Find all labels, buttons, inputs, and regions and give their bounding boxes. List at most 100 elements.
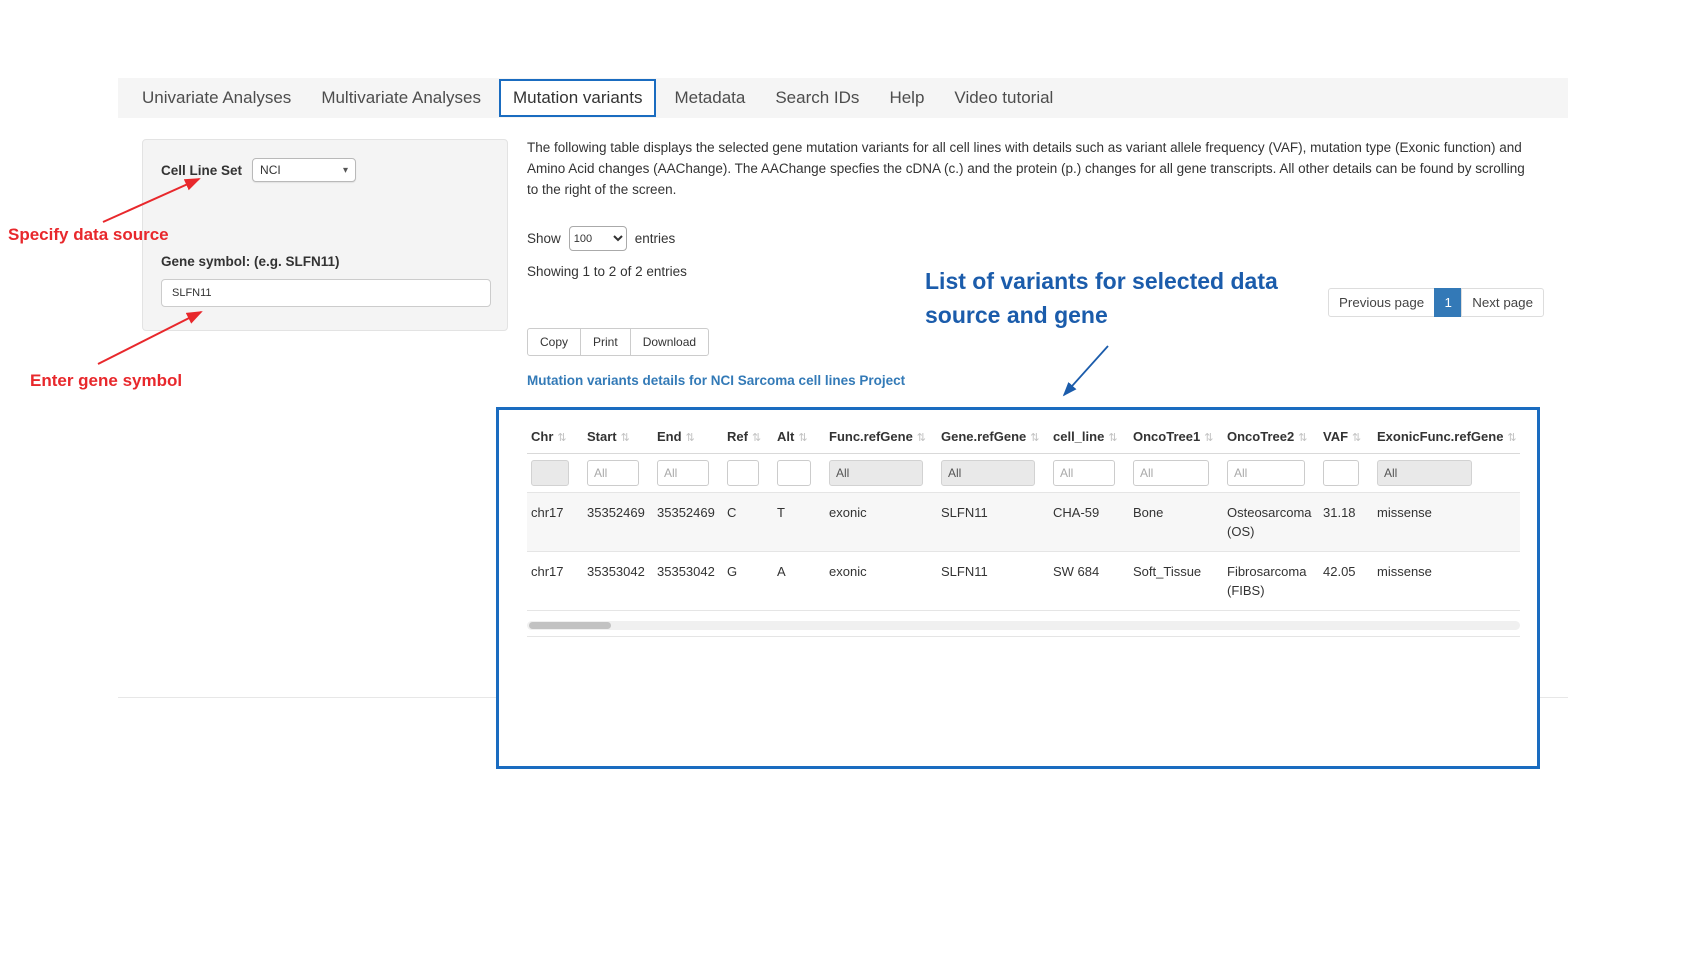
column-header-alt[interactable]: Alt ⇅	[773, 418, 825, 454]
column-header-func-refgene[interactable]: Func.refGene ⇅	[825, 418, 937, 454]
cell-chr: chr17	[527, 493, 583, 552]
input-panel: Cell Line Set NCI ▾ Gene symbol: (e.g. S…	[142, 139, 508, 331]
sort-icon[interactable]: ⇅	[1108, 432, 1117, 444]
column-label: Start	[587, 429, 617, 444]
show-label: Show	[527, 231, 561, 246]
annotation-list-of-variants: List of variants for selected data sourc…	[925, 264, 1325, 332]
table-header-row: Chr⇅Start⇅End⇅Ref⇅Alt⇅Func.refGene⇅Gene.…	[527, 418, 1520, 454]
table-description: The following table displays the selecte…	[527, 137, 1525, 200]
column-header-start[interactable]: Start ⇅	[583, 418, 653, 454]
download-button[interactable]: Download	[630, 328, 709, 356]
tab-univariate-analyses[interactable]: Univariate Analyses	[142, 88, 291, 108]
filter-chr[interactable]	[531, 460, 569, 486]
copy-button[interactable]: Copy	[527, 328, 581, 356]
filter-alt[interactable]	[777, 460, 811, 486]
filter-cell	[825, 454, 937, 493]
tab-video-tutorial[interactable]: Video tutorial	[954, 88, 1053, 108]
filter-ref[interactable]	[727, 460, 759, 486]
pagination: Previous page 1 Next page	[1328, 288, 1544, 317]
cell-gene-refgene: SLFN11	[937, 552, 1049, 611]
filter-oncotree1[interactable]	[1133, 460, 1209, 486]
tab-help[interactable]: Help	[889, 88, 924, 108]
cell-line-set-row: Cell Line Set NCI ▾	[161, 158, 489, 182]
sort-icon[interactable]: ⇅	[686, 432, 695, 444]
sort-icon[interactable]: ⇅	[917, 432, 926, 444]
sort-icon[interactable]: ⇅	[1204, 432, 1213, 444]
sort-icon[interactable]: ⇅	[621, 432, 630, 444]
tab-multivariate-analyses[interactable]: Multivariate Analyses	[321, 88, 481, 108]
cell-chr: chr17	[527, 552, 583, 611]
column-label: Func.refGene	[829, 429, 913, 444]
column-header-ref[interactable]: Ref⇅	[723, 418, 773, 454]
sort-icon[interactable]: ⇅	[1507, 432, 1516, 444]
column-header-oncotree1[interactable]: OncoTree1⇅	[1129, 418, 1223, 454]
column-label: ExonicFunc.refGene	[1377, 429, 1503, 444]
column-header-gene-refgene[interactable]: Gene.refGene⇅	[937, 418, 1049, 454]
annotation-enter-gene-symbol: Enter gene symbol	[30, 371, 182, 391]
column-header-exonicfunc-refgene[interactable]: ExonicFunc.refGene ⇅	[1373, 418, 1520, 454]
cell-oncotree2: Osteosarcoma (OS)	[1223, 493, 1319, 552]
cell-oncotree2: Fibrosarcoma (FIBS)	[1223, 552, 1319, 611]
cell-end: 35352469	[653, 493, 723, 552]
sort-icon[interactable]: ⇅	[1352, 432, 1361, 444]
cell-vaf: 42.05	[1319, 552, 1373, 611]
filter-cell	[1373, 454, 1520, 493]
column-header-cell-line[interactable]: cell_line ⇅	[1049, 418, 1129, 454]
tab-mutation-variants[interactable]: Mutation variants	[499, 79, 656, 117]
filter-exonicfunc-refgene[interactable]	[1377, 460, 1472, 486]
horizontal-scrollbar[interactable]	[527, 621, 1520, 630]
cell-cell-line: SW 684	[1049, 552, 1129, 611]
column-label: cell_line	[1053, 429, 1104, 444]
column-header-oncotree2[interactable]: OncoTree2⇅	[1223, 418, 1319, 454]
page-1-button[interactable]: 1	[1434, 288, 1462, 317]
cell-ref: G	[723, 552, 773, 611]
filter-func-refgene[interactable]	[829, 460, 923, 486]
sort-icon[interactable]: ⇅	[1030, 432, 1039, 444]
cell-line-set-select[interactable]: NCI ▾	[252, 158, 356, 182]
variants-table: Chr⇅Start⇅End⇅Ref⇅Alt⇅Func.refGene⇅Gene.…	[527, 418, 1520, 611]
cell-ref: C	[723, 493, 773, 552]
table-row[interactable]: chr173535246935352469CTexonicSLFN11CHA-5…	[527, 493, 1520, 552]
column-label: Chr	[531, 429, 553, 444]
filter-vaf[interactable]	[1323, 460, 1359, 486]
filter-cell	[1049, 454, 1129, 493]
cell-start: 35353042	[583, 552, 653, 611]
column-header-chr[interactable]: Chr ⇅	[527, 418, 583, 454]
show-entries-control: Show 100 entries	[527, 226, 675, 251]
column-label: Alt	[777, 429, 794, 444]
cell-vaf: 31.18	[1319, 493, 1373, 552]
sort-icon[interactable]: ⇅	[557, 432, 566, 444]
column-header-end[interactable]: End⇅	[653, 418, 723, 454]
table-title-link[interactable]: Mutation variants details for NCI Sarcom…	[527, 373, 905, 388]
sort-icon[interactable]: ⇅	[1298, 432, 1307, 444]
cell-cell-line: CHA-59	[1049, 493, 1129, 552]
arrow-list-of-variants	[1064, 346, 1108, 395]
previous-page-button[interactable]: Previous page	[1328, 288, 1435, 317]
gene-symbol-input[interactable]	[161, 279, 491, 307]
filter-gene-refgene[interactable]	[941, 460, 1035, 486]
table-row[interactable]: chr173535304235353042GAexonicSLFN11SW 68…	[527, 552, 1520, 611]
page: Univariate Analyses Multivariate Analyses…	[0, 0, 1700, 956]
export-buttons: Copy Print Download	[527, 328, 709, 356]
filter-cell	[1319, 454, 1373, 493]
table-filter-row	[527, 454, 1520, 493]
filter-start[interactable]	[587, 460, 639, 486]
column-header-vaf[interactable]: VAF⇅	[1319, 418, 1373, 454]
filter-cell-line[interactable]	[1053, 460, 1115, 486]
cell-oncotree1: Soft_Tissue	[1129, 552, 1223, 611]
print-button[interactable]: Print	[580, 328, 631, 356]
sort-icon[interactable]: ⇅	[752, 432, 761, 444]
cell-alt: A	[773, 552, 825, 611]
filter-cell	[937, 454, 1049, 493]
tab-metadata[interactable]: Metadata	[674, 88, 745, 108]
next-page-button[interactable]: Next page	[1461, 288, 1544, 317]
filter-end[interactable]	[657, 460, 709, 486]
sort-icon[interactable]: ⇅	[798, 432, 807, 444]
scrollbar-thumb[interactable]	[529, 622, 611, 629]
filter-cell	[583, 454, 653, 493]
filter-cell	[653, 454, 723, 493]
entries-select[interactable]: 100	[569, 226, 627, 251]
tab-search-ids[interactable]: Search IDs	[775, 88, 859, 108]
filter-oncotree2[interactable]	[1227, 460, 1305, 486]
main-nav: Univariate Analyses Multivariate Analyses…	[118, 78, 1568, 118]
